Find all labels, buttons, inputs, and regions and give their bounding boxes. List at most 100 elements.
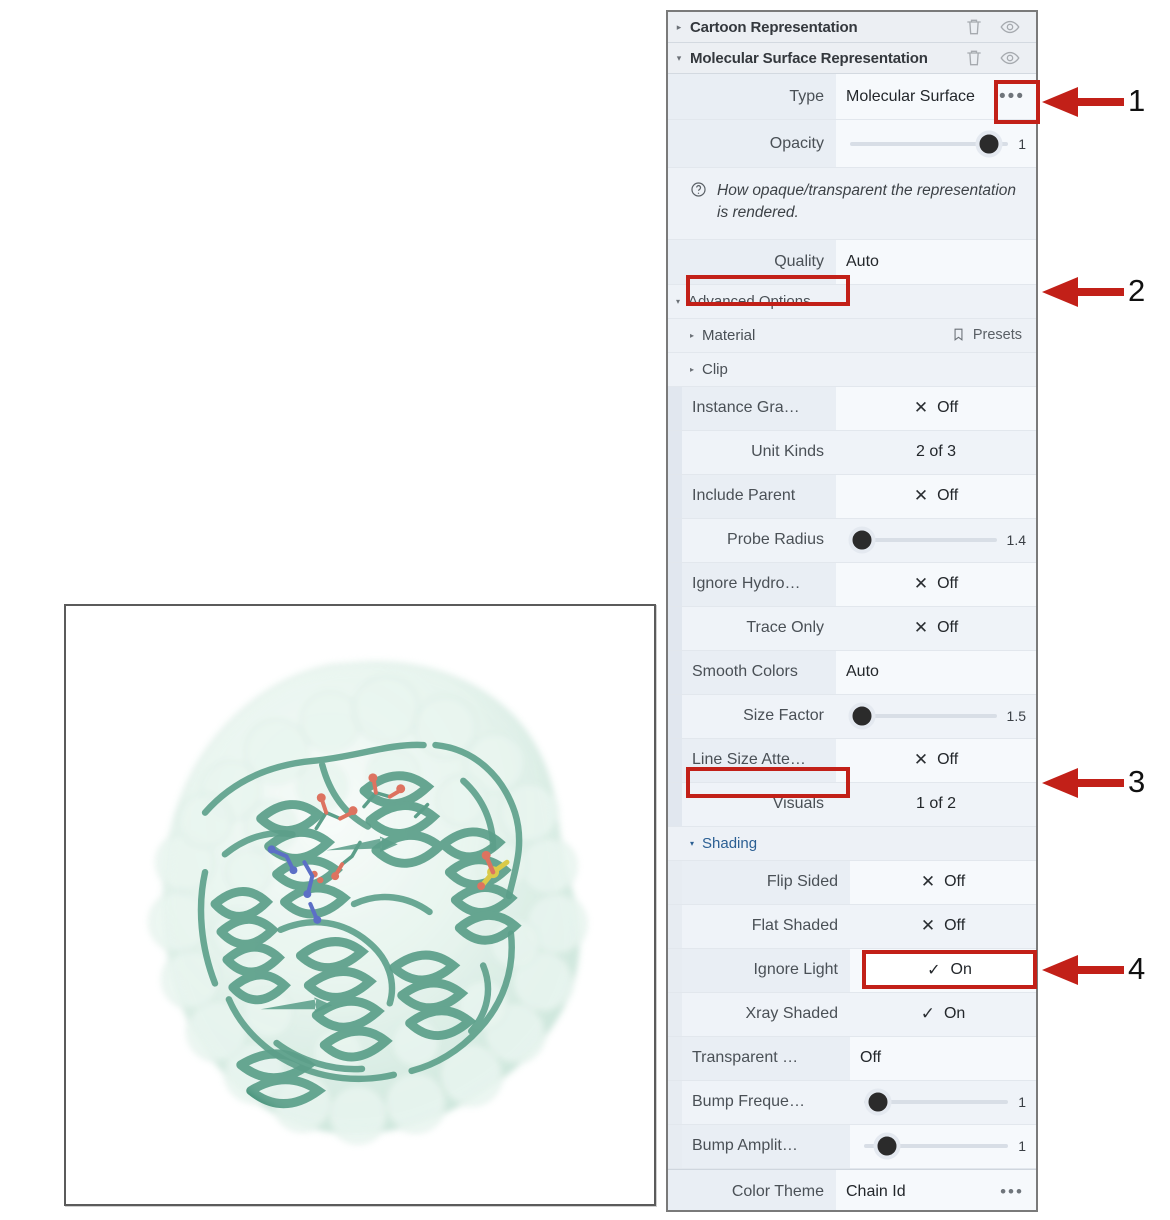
trash-icon[interactable]: [964, 48, 984, 68]
label-flat-shaded: Flat Shaded: [682, 904, 850, 948]
trash-icon[interactable]: [964, 17, 984, 37]
bookmark-icon: [951, 327, 966, 344]
chevron-down-icon[interactable]: ▾: [668, 297, 688, 306]
label-trace-only: Trace Only: [682, 606, 836, 650]
probe-radius-value: 1.4: [1006, 532, 1026, 549]
label-include-parent: Include Parent: [682, 474, 836, 518]
indent-rail: [668, 782, 682, 826]
slider-track[interactable]: [864, 1088, 1009, 1116]
row-flat-shaded[interactable]: Flat Shaded ✕ Off: [668, 904, 1036, 949]
slider-knob[interactable]: [873, 1132, 901, 1160]
cross-icon: ✕: [920, 916, 936, 936]
indent-rail: [668, 430, 682, 474]
row-unit-kinds[interactable]: Unit Kinds 2 of 3: [668, 430, 1036, 475]
slider-knob[interactable]: [975, 130, 1003, 157]
chevron-right-icon[interactable]: ▸: [682, 331, 702, 340]
value-line-size-attenuation[interactable]: ✕ Off: [836, 738, 1036, 782]
slider-knob[interactable]: [864, 1088, 892, 1116]
indent-rail: [668, 386, 682, 430]
cross-icon: ✕: [913, 486, 929, 506]
indent-rail: [668, 860, 682, 904]
chevron-down-icon[interactable]: ▾: [668, 53, 690, 63]
row-ignore-hydrogens[interactable]: Ignore Hydro… ✕ Off: [668, 562, 1036, 607]
eye-icon[interactable]: [1000, 17, 1020, 37]
representation-properties-panel[interactable]: ▸ Cartoon Representation ▾ Molecular Sur…: [666, 10, 1038, 1212]
indent-rail: [668, 1036, 682, 1080]
slider-track[interactable]: [864, 1132, 1009, 1160]
row-smooth-colors[interactable]: Smooth Colors Auto: [668, 650, 1036, 695]
representation-header-molecular-surface[interactable]: ▾ Molecular Surface Representation: [668, 43, 1036, 74]
type-more-button[interactable]: •••: [988, 74, 1036, 119]
annotation-arrow-2: [1042, 277, 1124, 307]
shading-group-header[interactable]: ▾ Shading: [668, 826, 1036, 861]
row-bump-frequency[interactable]: Bump Freque… 1: [668, 1080, 1036, 1125]
value-quality[interactable]: Auto: [836, 239, 1036, 284]
slider-knob[interactable]: [848, 702, 876, 730]
value-unit-kinds[interactable]: 2 of 3: [836, 430, 1036, 474]
row-bump-amplitude[interactable]: Bump Amplit… 1: [668, 1124, 1036, 1169]
eye-icon[interactable]: [1000, 48, 1020, 68]
clip-group-header[interactable]: ▸ Clip: [668, 352, 1036, 387]
bump-frequency-slider[interactable]: 1: [850, 1080, 1036, 1124]
chevron-right-icon[interactable]: ▸: [682, 365, 702, 374]
chevron-down-icon[interactable]: ▾: [682, 839, 702, 848]
label-flip-sided: Flip Sided: [682, 860, 850, 904]
value-visuals[interactable]: 1 of 2: [836, 782, 1036, 826]
label-bump-amplitude: Bump Amplit…: [682, 1124, 850, 1168]
representation-title: Molecular Surface Representation: [690, 49, 928, 67]
indent-rail: [668, 518, 682, 562]
row-size-factor[interactable]: Size Factor 1.5: [668, 694, 1036, 739]
opacity-slider[interactable]: 1: [836, 120, 1036, 167]
label-line-size-attenuation: Line Size Atte…: [682, 738, 836, 782]
material-presets-button[interactable]: Presets: [951, 327, 1036, 344]
row-opacity[interactable]: Opacity 1: [668, 120, 1036, 168]
cross-icon: ✕: [913, 574, 929, 594]
size-factor-slider[interactable]: 1.5: [836, 694, 1036, 738]
slider-knob[interactable]: [848, 526, 876, 554]
value-instance-granularity[interactable]: ✕ Off: [836, 386, 1036, 430]
value-flat-shaded[interactable]: ✕ Off: [850, 904, 1036, 948]
value-ignore-hydrogens[interactable]: ✕ Off: [836, 562, 1036, 606]
xray-shaded-value[interactable]: ✓ On: [850, 992, 1036, 1036]
row-color-theme[interactable]: Color Theme Chain Id •••: [668, 1168, 1036, 1210]
value-trace-only[interactable]: ✕ Off: [836, 606, 1036, 650]
label-xray-shaded: Xray Shaded: [682, 992, 850, 1036]
value-flip-sided[interactable]: ✕ Off: [850, 860, 1036, 904]
advanced-options-group-header[interactable]: ▾ Advanced Options: [668, 284, 1036, 319]
material-group-header[interactable]: ▸ Material Presets: [668, 318, 1036, 353]
slider-track[interactable]: [848, 702, 997, 730]
value-type[interactable]: Molecular Surface: [836, 74, 988, 119]
slider-track[interactable]: [850, 130, 1009, 157]
annotation-number-4: 4: [1128, 951, 1146, 986]
cross-icon: ✕: [913, 398, 929, 418]
slider-track[interactable]: [848, 526, 997, 554]
row-include-parent[interactable]: Include Parent ✕ Off: [668, 474, 1036, 519]
chevron-right-icon[interactable]: ▸: [668, 22, 690, 32]
probe-radius-slider[interactable]: 1.4: [836, 518, 1036, 562]
row-flip-sided[interactable]: Flip Sided ✕ Off: [668, 860, 1036, 905]
row-quality[interactable]: Quality Auto: [668, 239, 1036, 285]
row-visuals[interactable]: Visuals 1 of 2: [668, 782, 1036, 827]
clip-label: Clip: [702, 360, 728, 378]
value-transparent-backfaces[interactable]: Off: [850, 1036, 1036, 1080]
cross-icon: ✕: [920, 872, 936, 892]
row-transparent-backfaces[interactable]: Transparent … Off: [668, 1036, 1036, 1081]
row-xray-shaded[interactable]: Xray Shaded ✓ On: [668, 992, 1036, 1037]
value-include-parent[interactable]: ✕ Off: [836, 474, 1036, 518]
value-color-theme[interactable]: Chain Id: [836, 1169, 988, 1210]
label-color-theme: Color Theme: [668, 1169, 836, 1210]
xray-shaded-highlight-content[interactable]: ✓ On: [866, 954, 1033, 985]
row-type[interactable]: Type Molecular Surface •••: [668, 74, 1036, 120]
molecular-structure-viewport[interactable]: [64, 604, 656, 1206]
color-theme-more-button[interactable]: •••: [988, 1169, 1036, 1210]
bump-amplitude-value: 1: [1018, 1138, 1026, 1155]
label-size-factor: Size Factor: [682, 694, 836, 738]
bump-amplitude-slider[interactable]: 1: [850, 1124, 1036, 1168]
row-instance-granularity[interactable]: Instance Gra… ✕ Off: [668, 386, 1036, 431]
material-label: Material: [702, 326, 756, 344]
row-probe-radius[interactable]: Probe Radius 1.4: [668, 518, 1036, 563]
row-trace-only[interactable]: Trace Only ✕ Off: [668, 606, 1036, 651]
row-line-size-attenuation[interactable]: Line Size Atte… ✕ Off: [668, 738, 1036, 783]
value-smooth-colors[interactable]: Auto: [836, 650, 1036, 694]
representation-header-cartoon[interactable]: ▸ Cartoon Representation: [668, 12, 1036, 43]
